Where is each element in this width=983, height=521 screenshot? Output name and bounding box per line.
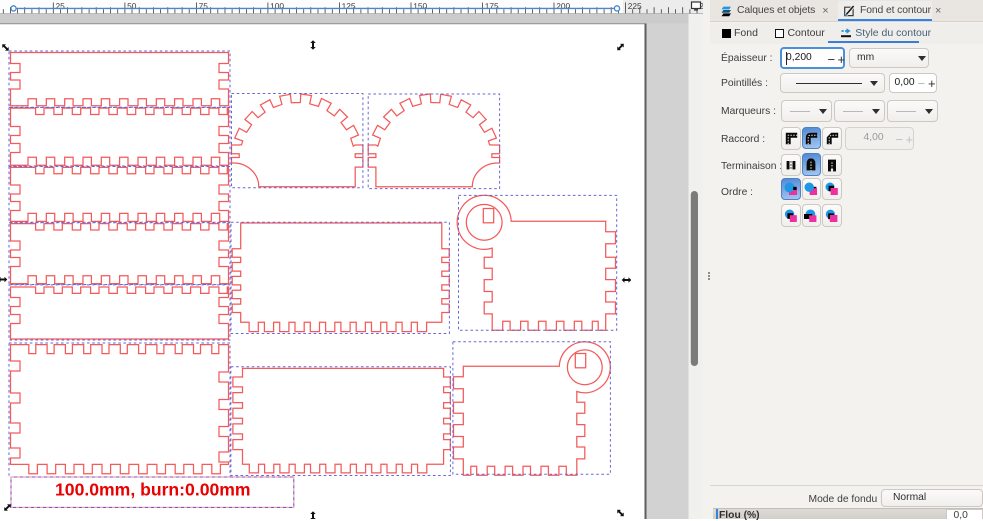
- svg-text:125: 125: [342, 1, 356, 11]
- svg-text:100.0mm, burn:0.00mm: 100.0mm, burn:0.00mm: [55, 480, 251, 500]
- svg-text:150: 150: [413, 1, 427, 11]
- svg-text:100: 100: [270, 1, 284, 11]
- svg-text:75: 75: [199, 1, 209, 11]
- svg-text:200: 200: [556, 1, 570, 11]
- svg-text:225: 225: [628, 1, 642, 11]
- svg-text:50: 50: [127, 1, 137, 11]
- svg-text:25: 25: [56, 1, 66, 11]
- svg-text:175: 175: [485, 1, 499, 11]
